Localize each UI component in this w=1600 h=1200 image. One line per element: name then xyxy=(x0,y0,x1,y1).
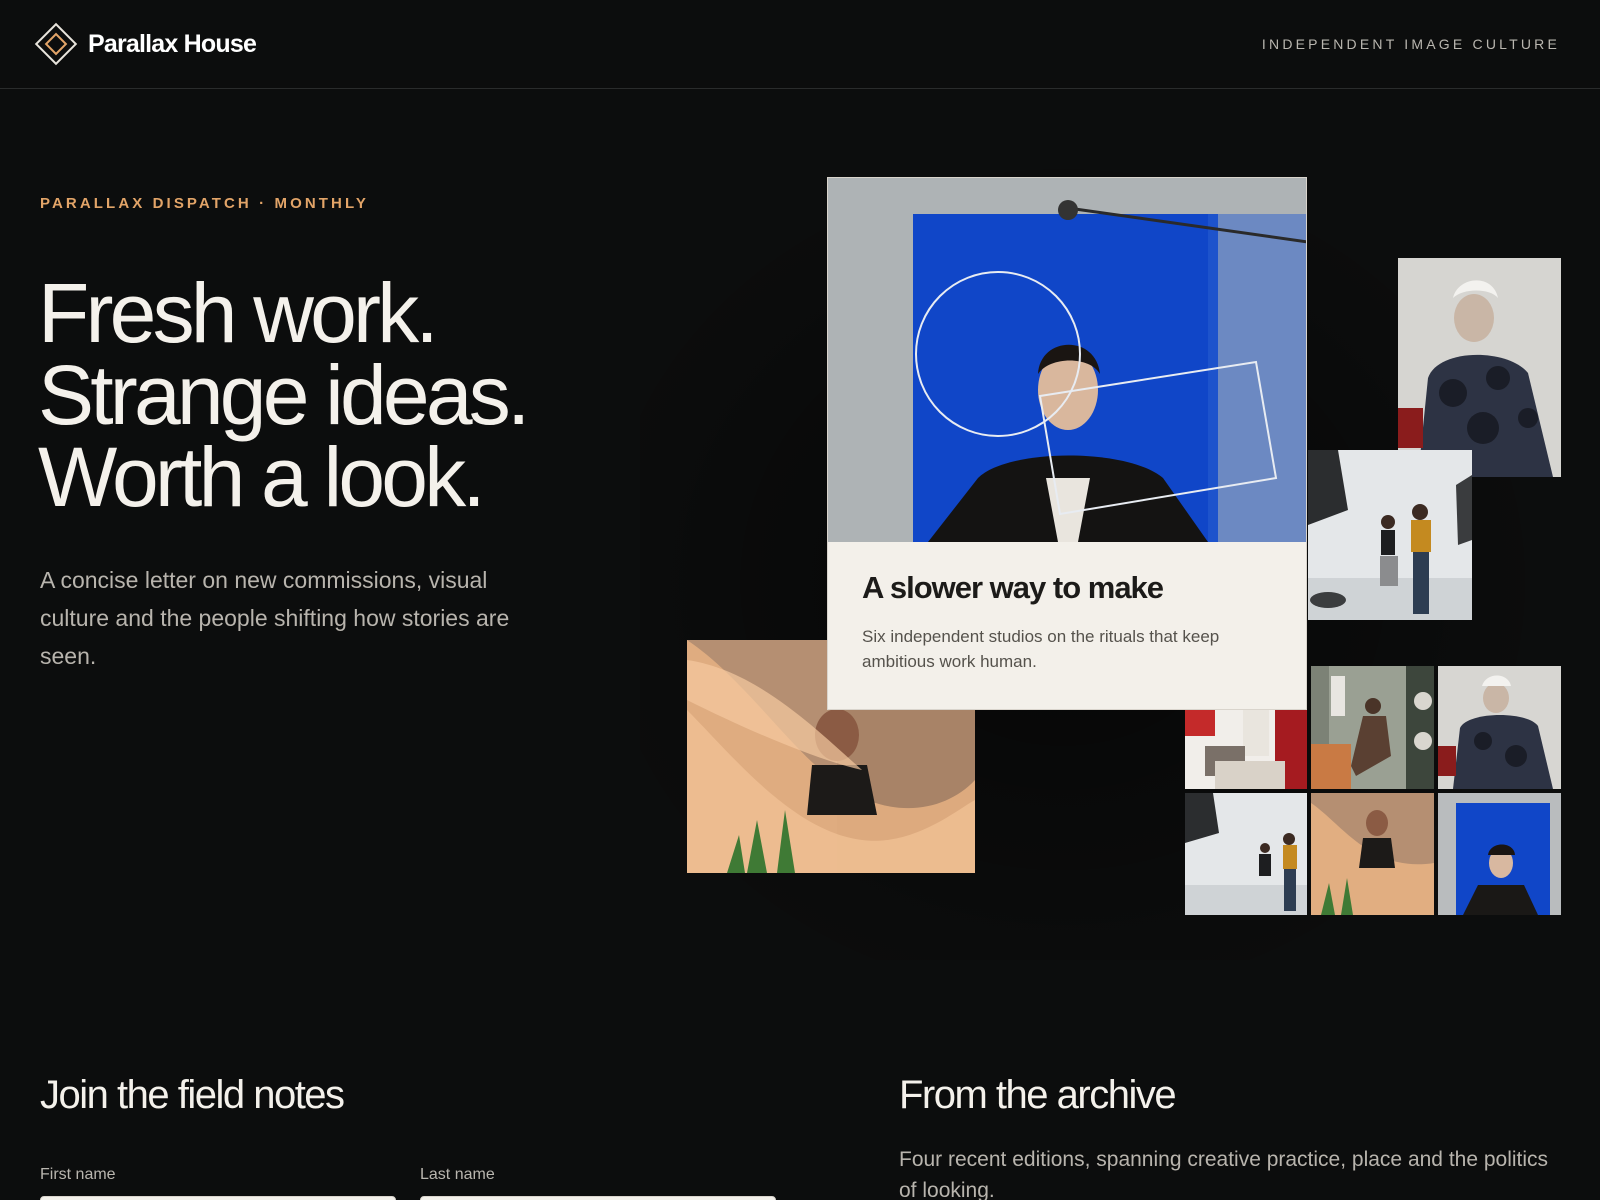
photo-grid-studio-shoot xyxy=(1185,793,1307,915)
photo-grid-fabric-dancer xyxy=(1311,793,1434,915)
diamond-logo-icon xyxy=(34,22,78,66)
photo-patterned-portrait xyxy=(1398,258,1561,477)
photo-grid-seated-figure xyxy=(1311,666,1434,789)
last-name-field[interactable] xyxy=(420,1196,776,1200)
brand-name: Parallax House xyxy=(88,29,257,58)
last-name-label: Last name xyxy=(420,1166,495,1183)
first-name-label: First name xyxy=(40,1166,116,1183)
archive-text: Four recent editions, spanning creative … xyxy=(899,1148,1549,1200)
hero-headline: Fresh work. Strange ideas. Worth a look. xyxy=(38,266,530,524)
site-tagline: INDEPENDENT IMAGE CULTURE xyxy=(1261,36,1560,52)
photo-studio-shoot xyxy=(1308,450,1472,620)
hero-eyebrow: PARALLAX DISPATCH · MONTHLY xyxy=(40,195,369,212)
site-header: Parallax House INDEPENDENT IMAGE CULTURE xyxy=(0,0,1600,89)
feature-photo xyxy=(828,178,1306,542)
feature-text: Six independent studios on the rituals t… xyxy=(862,627,1220,671)
headline-line-3: Worth a look. xyxy=(38,430,486,524)
feature-card[interactable]: A slower way to make Six independent stu… xyxy=(827,177,1307,710)
headline-line-1: Fresh work. xyxy=(38,266,439,360)
hero-intro: A concise letter on new commissions, vis… xyxy=(40,567,510,669)
feature-title: A slower way to make xyxy=(862,570,1164,605)
headline-line-2: Strange ideas. xyxy=(38,348,530,442)
brand-home-link[interactable]: Parallax House xyxy=(32,20,257,68)
signup-title: Join the field notes xyxy=(40,1073,345,1117)
archive-title: From the archive xyxy=(899,1073,1177,1117)
photo-grid-patterned-portrait xyxy=(1438,666,1561,789)
first-name-field[interactable] xyxy=(40,1196,396,1200)
photo-grid-blue-portrait xyxy=(1438,793,1561,915)
